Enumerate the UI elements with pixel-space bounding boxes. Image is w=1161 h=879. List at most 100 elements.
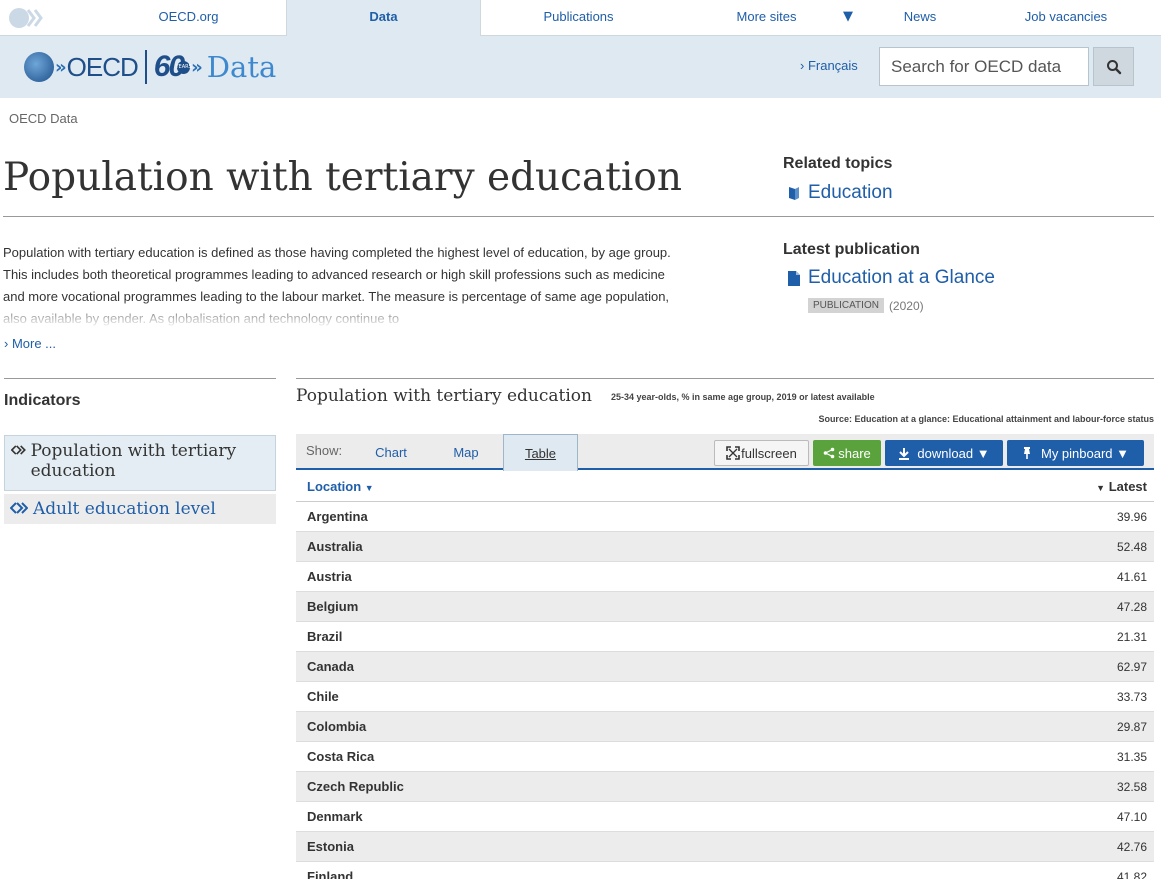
panel-title: Population with tertiary education [296, 386, 592, 406]
download-button[interactable]: download ▼ [885, 440, 1003, 466]
table-row: Colombia 29.87 [296, 712, 1154, 742]
column-latest-label: Latest [1108, 479, 1147, 494]
column-location-label: Location [307, 479, 362, 494]
related-topics-heading: Related topics [783, 155, 893, 172]
brand-data: Data [206, 50, 277, 84]
publication-title: Education at a Glance [808, 267, 995, 288]
row-value: 31.35 [1116, 750, 1147, 764]
publication-meta: PUBLICATION (2020) [808, 298, 924, 313]
row-location[interactable]: Costa Rica [307, 749, 374, 764]
row-value: 42.76 [1116, 840, 1147, 854]
topnav-data[interactable]: Data [286, 0, 481, 37]
chevron-down-icon[interactable]: ▼ [843, 9, 853, 24]
page-title: Population with tertiary education [3, 155, 682, 200]
row-value: 32.58 [1116, 780, 1147, 794]
table-row: Chile 33.73 [296, 682, 1154, 712]
divider [296, 378, 1154, 379]
related-topic-education-link[interactable]: Education [787, 182, 893, 204]
topnav-publications[interactable]: Publications [481, 0, 676, 36]
row-value: 21.31 [1116, 630, 1147, 644]
row-location[interactable]: Brazil [307, 629, 342, 644]
share-button[interactable]: share [813, 440, 881, 466]
chevrons-icon [11, 445, 26, 455]
pin-icon [1023, 447, 1030, 459]
table-row: Austria 41.61 [296, 562, 1154, 592]
top-navigation: OECD.org Data Publications More sites ▼ … [0, 0, 1161, 37]
topnav-job-vacancies[interactable]: Job vacancies [1000, 0, 1132, 36]
breadcrumb[interactable]: OECD Data [9, 111, 78, 126]
row-location[interactable]: Colombia [307, 719, 366, 734]
indicators-heading: Indicators [4, 392, 81, 409]
row-location[interactable]: Estonia [307, 839, 354, 854]
publication-year: (2020) [888, 298, 924, 313]
column-latest-header[interactable]: ▼ Latest [1096, 479, 1147, 494]
row-location[interactable]: Austria [307, 569, 352, 584]
fullscreen-button[interactable]: fullscreen [714, 440, 809, 466]
publication-link[interactable]: Education at a Glance [787, 267, 995, 289]
show-label: Show: [306, 443, 343, 458]
tab-table[interactable]: Table [503, 434, 578, 471]
indicator-label: Population with tertiary education [30, 441, 237, 481]
row-value: 33.73 [1116, 690, 1147, 704]
row-value: 47.10 [1116, 810, 1147, 824]
tab-chart[interactable]: Chart [356, 434, 426, 470]
topnav-news[interactable]: News [880, 0, 960, 36]
table-header: Location ▼ ▼ Latest [296, 472, 1154, 502]
row-location[interactable]: Czech Republic [307, 779, 404, 794]
globe-icon [24, 52, 54, 82]
pinboard-label: My pinboard ▼ [1040, 445, 1130, 461]
indicator-item-population-tertiary[interactable]: Population with tertiary education [4, 435, 276, 491]
latest-publication-heading: Latest publication [783, 241, 920, 258]
oecd-logo-icon[interactable] [8, 5, 46, 31]
book-icon [789, 187, 799, 200]
more-link[interactable]: › More ... [4, 336, 56, 351]
brand-years-badge: YEARS [176, 60, 192, 74]
row-location[interactable]: Denmark [307, 809, 363, 824]
oecd-data-logo[interactable]: » OECD 60 YEARS » Data [24, 50, 276, 84]
search-button[interactable] [1093, 47, 1134, 86]
row-location[interactable]: Canada [307, 659, 354, 674]
table-row: Belgium 47.28 [296, 592, 1154, 622]
table-row: Costa Rica 31.35 [296, 742, 1154, 772]
row-value: 39.96 [1116, 510, 1147, 524]
chevrons-icon [10, 502, 28, 514]
row-location[interactable]: Argentina [307, 509, 368, 524]
topnav-more-sites[interactable]: More sites [700, 0, 833, 36]
row-location[interactable]: Chile [307, 689, 339, 704]
table-row: Czech Republic 32.58 [296, 772, 1154, 802]
table-row: Australia 52.48 [296, 532, 1154, 562]
sort-down-icon: ▼ [1096, 483, 1106, 493]
indicator-label: Adult education level [33, 499, 216, 519]
tab-map[interactable]: Map [432, 434, 500, 470]
site-header: » OECD 60 YEARS » Data › Français [0, 36, 1161, 98]
language-link[interactable]: › Français [800, 58, 858, 73]
download-icon [899, 447, 910, 460]
publication-badge: PUBLICATION [808, 298, 884, 313]
chevrons-icon: » [191, 56, 202, 78]
brand-oecd: OECD [66, 51, 139, 82]
topnav-oecd-org[interactable]: OECD.org [92, 0, 285, 36]
panel-subtitle: 25-34 year-olds, % in same age group, 20… [611, 392, 875, 402]
row-value: 41.82 [1116, 870, 1147, 879]
search-input[interactable] [879, 47, 1089, 86]
table-row: Estonia 42.76 [296, 832, 1154, 862]
share-icon [823, 447, 835, 459]
related-topic-label: Education [808, 182, 893, 203]
description-fade [0, 300, 680, 328]
row-location[interactable]: Finland [307, 869, 353, 879]
table-row: Denmark 47.10 [296, 802, 1154, 832]
indicator-item-adult-education[interactable]: Adult education level [4, 494, 276, 524]
row-location[interactable]: Belgium [307, 599, 358, 614]
panel-source[interactable]: Source: Education at a glance: Education… [818, 414, 1154, 424]
view-toolbar: Show: Chart Map Table fullscreen share d… [296, 434, 1154, 471]
row-value: 62.97 [1116, 660, 1147, 674]
table-row: Brazil 21.31 [296, 622, 1154, 652]
divider [4, 378, 276, 379]
row-value: 52.48 [1116, 540, 1147, 554]
pinboard-button[interactable]: My pinboard ▼ [1007, 440, 1144, 466]
download-label: download ▼ [917, 445, 990, 461]
column-location-header[interactable]: Location ▼ [307, 479, 374, 494]
data-table-body: Argentina 39.96 Australia 52.48 Austria 41.61… [296, 502, 1154, 879]
row-value: 47.28 [1116, 600, 1147, 614]
row-location[interactable]: Australia [307, 539, 363, 554]
